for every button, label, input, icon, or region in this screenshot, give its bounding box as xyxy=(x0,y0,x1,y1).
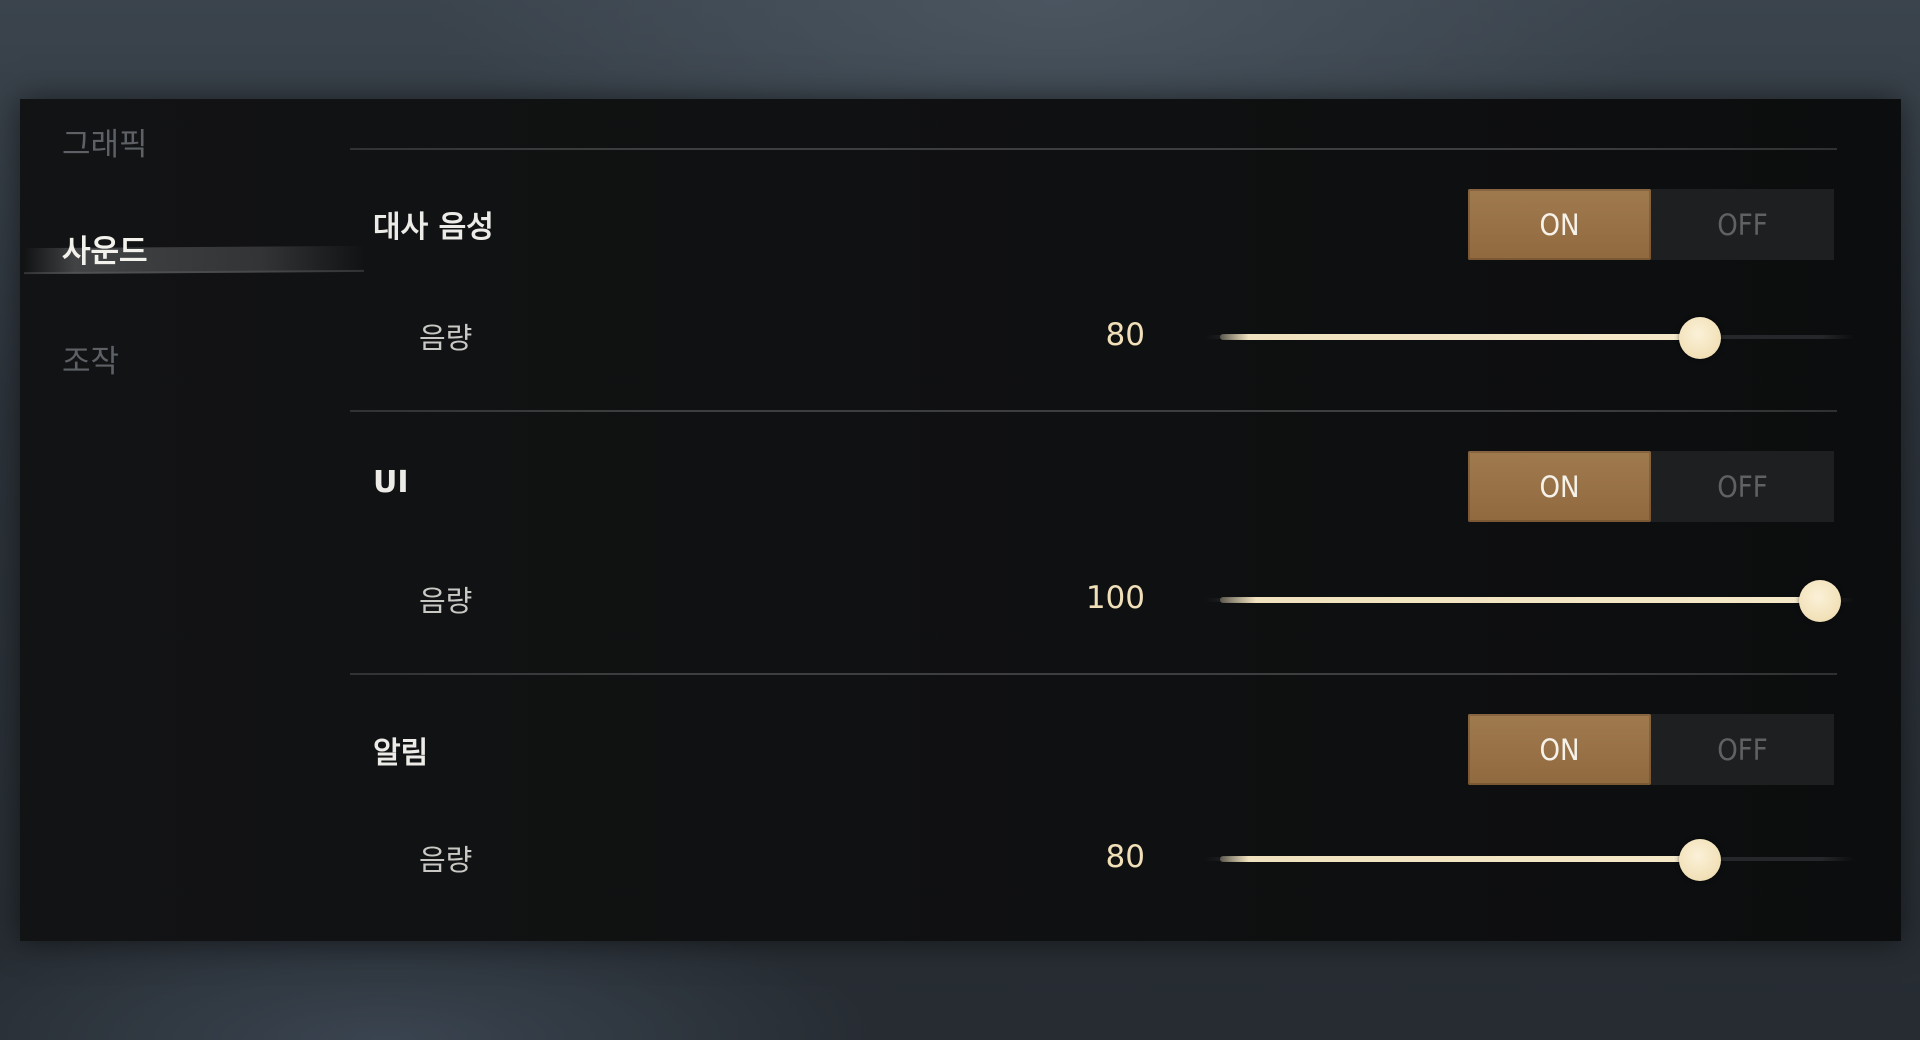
section-label-ui: UI xyxy=(373,465,409,500)
notification-volume-slider[interactable] xyxy=(1204,839,1854,881)
ui-volume-label: 음량 xyxy=(419,584,473,618)
ui-toggle-on[interactable]: ON xyxy=(1468,451,1651,522)
voice-toggle-on[interactable]: ON xyxy=(1468,189,1651,260)
notification-toggle-on[interactable]: ON xyxy=(1468,714,1651,785)
notification-volume-value: 80 xyxy=(1105,839,1145,875)
section-divider xyxy=(350,148,1837,150)
section-label-voice: 대사 음성 xyxy=(373,210,494,245)
voice-volume-slider[interactable] xyxy=(1204,317,1854,359)
voice-toggle[interactable]: ON OFF xyxy=(1468,189,1834,260)
sidebar-item-controls[interactable]: 조작 xyxy=(62,336,119,381)
slider-fill xyxy=(1220,334,1700,340)
sound-settings-panel: 그래픽 사운드 조작 대사 음성 ON OFF 음량 80 UI ON OFF … xyxy=(20,99,1901,941)
ui-toggle-off[interactable]: OFF xyxy=(1651,451,1834,522)
voice-volume-label: 음량 xyxy=(419,321,473,355)
notification-toggle[interactable]: ON OFF xyxy=(1468,714,1834,785)
ui-volume-slider[interactable] xyxy=(1204,580,1854,622)
ui-volume-value: 100 xyxy=(1085,580,1145,616)
notification-volume-label: 음량 xyxy=(419,843,473,877)
voice-volume-value: 80 xyxy=(1105,317,1145,353)
section-divider xyxy=(350,673,1837,675)
slider-knob[interactable] xyxy=(1679,839,1721,881)
sidebar-item-graphics[interactable]: 그래픽 xyxy=(62,119,148,164)
slider-fill xyxy=(1220,597,1820,603)
section-label-notification: 알림 xyxy=(373,736,429,771)
section-divider xyxy=(350,410,1837,412)
slider-fill xyxy=(1220,856,1700,862)
slider-knob[interactable] xyxy=(1679,317,1721,359)
voice-toggle-off[interactable]: OFF xyxy=(1651,189,1834,260)
slider-knob[interactable] xyxy=(1799,580,1841,622)
ui-toggle[interactable]: ON OFF xyxy=(1468,451,1834,522)
sidebar-item-sound[interactable]: 사운드 xyxy=(62,226,148,271)
notification-toggle-off[interactable]: OFF xyxy=(1651,714,1834,785)
